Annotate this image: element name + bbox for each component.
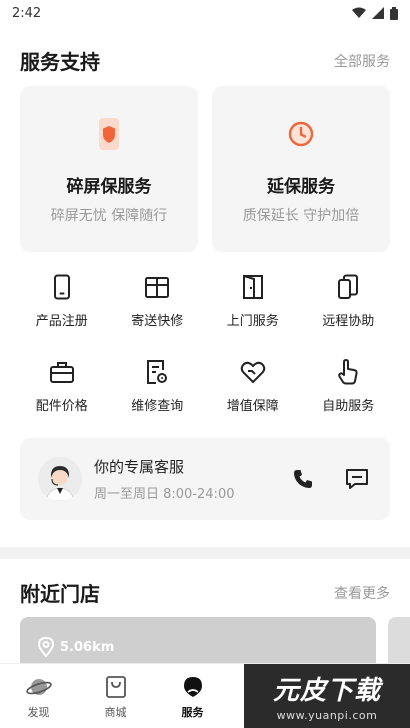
remote-assist-icon	[333, 272, 363, 302]
phone-register-icon	[47, 272, 77, 302]
grid-item-onsite-service[interactable]: 上门服务	[205, 272, 301, 329]
grid-item-parts-price[interactable]: 配件价格	[14, 357, 110, 414]
grid-label: 产品注册	[35, 314, 88, 329]
door-icon	[238, 272, 268, 302]
services-title: 服务支持	[20, 50, 100, 74]
grid-item-self-service[interactable]: 自助服务	[301, 357, 397, 414]
tab-label: 发现	[27, 706, 50, 719]
stores-header: 附近门店 查看更多	[20, 578, 390, 607]
extended-warranty-subtitle: 质保延长 守护加倍	[242, 208, 360, 224]
grid-label: 自助服务	[322, 399, 375, 414]
clock-icon	[286, 116, 316, 152]
status-time: 2:42	[12, 5, 42, 21]
shopping-bag-icon	[103, 674, 129, 700]
customer-service-text: 你的专属客服 周一至周日 8:00-24:00	[94, 456, 264, 502]
phone-icon	[294, 470, 312, 488]
screen-protection-card[interactable]: 碎屏保服务 碎屏无忧 保障随行	[20, 86, 198, 252]
shield-phone-icon	[94, 116, 124, 152]
grid-item-product-register[interactable]: 产品注册	[14, 272, 110, 329]
grid-label: 配件价格	[35, 399, 88, 414]
service-icon	[180, 674, 206, 700]
store-distance-value: 5.06km	[60, 639, 115, 655]
grid-item-mail-repair[interactable]: 寄送快修	[110, 272, 206, 329]
tab-service[interactable]: 服务	[154, 664, 231, 728]
toolbox-icon	[47, 357, 77, 387]
extended-warranty-card[interactable]: 延保服务 质保延长 守护加倍	[212, 86, 390, 252]
grid-label: 增值保障	[226, 399, 279, 414]
grid-item-repair-query[interactable]: 维修查询	[110, 357, 206, 414]
grid-item-remote-assist[interactable]: 远程协助	[301, 272, 397, 329]
battery-icon	[390, 6, 398, 20]
tab-label: 商城	[104, 706, 127, 719]
watermark-url: www.yuanpi.com	[276, 709, 378, 722]
grid-label: 寄送快修	[131, 314, 184, 329]
grid-label: 远程协助	[322, 314, 375, 329]
agent-avatar	[38, 457, 82, 501]
grid-label: 上门服务	[226, 314, 279, 329]
chat-icon	[346, 469, 368, 489]
status-icons	[352, 6, 398, 20]
package-icon	[142, 272, 172, 302]
customer-service-title: 你的专属客服	[94, 458, 185, 476]
repair-query-icon	[142, 357, 172, 387]
signal-icon	[372, 7, 384, 19]
location-pin-icon	[38, 637, 54, 657]
watermark-logo: 元皮下载	[272, 676, 381, 706]
status-bar: 2:42	[0, 0, 410, 26]
screen-protection-subtitle: 碎屏无忧 保障随行	[50, 208, 168, 224]
service-grid: 产品注册 寄送快修 上门服务 远程协助 配件价格 维修查询 增值保障 自助服务	[14, 272, 396, 414]
wifi-icon	[352, 7, 366, 18]
chat-button[interactable]	[342, 464, 372, 494]
tab-label: 服务	[181, 706, 204, 719]
customer-service-card[interactable]: 你的专属客服 周一至周日 8:00-24:00	[20, 438, 390, 520]
all-services-link[interactable]: 全部服务	[334, 51, 390, 71]
screen-protection-title: 碎屏保服务	[66, 177, 152, 197]
planet-icon	[25, 674, 52, 700]
stores-title: 附近门店	[20, 582, 100, 606]
heart-icon	[238, 357, 268, 387]
see-more-link[interactable]: 查看更多	[334, 583, 390, 603]
tab-mall[interactable]: 商城	[77, 664, 154, 728]
call-button[interactable]	[288, 464, 318, 494]
extended-warranty-title: 延保服务	[267, 177, 335, 197]
grid-label: 维修查询	[131, 399, 184, 414]
grid-item-value-added[interactable]: 增值保障	[205, 357, 301, 414]
watermark: 元皮下载 www.yuanpi.com	[244, 664, 410, 728]
hand-pointer-icon	[333, 357, 363, 387]
store-distance: 5.06km	[38, 637, 114, 657]
services-header: 服务支持 全部服务	[20, 46, 390, 75]
customer-service-hours: 周一至周日 8:00-24:00	[94, 487, 235, 502]
section-divider	[0, 547, 410, 559]
tab-discover[interactable]: 发现	[0, 664, 77, 728]
